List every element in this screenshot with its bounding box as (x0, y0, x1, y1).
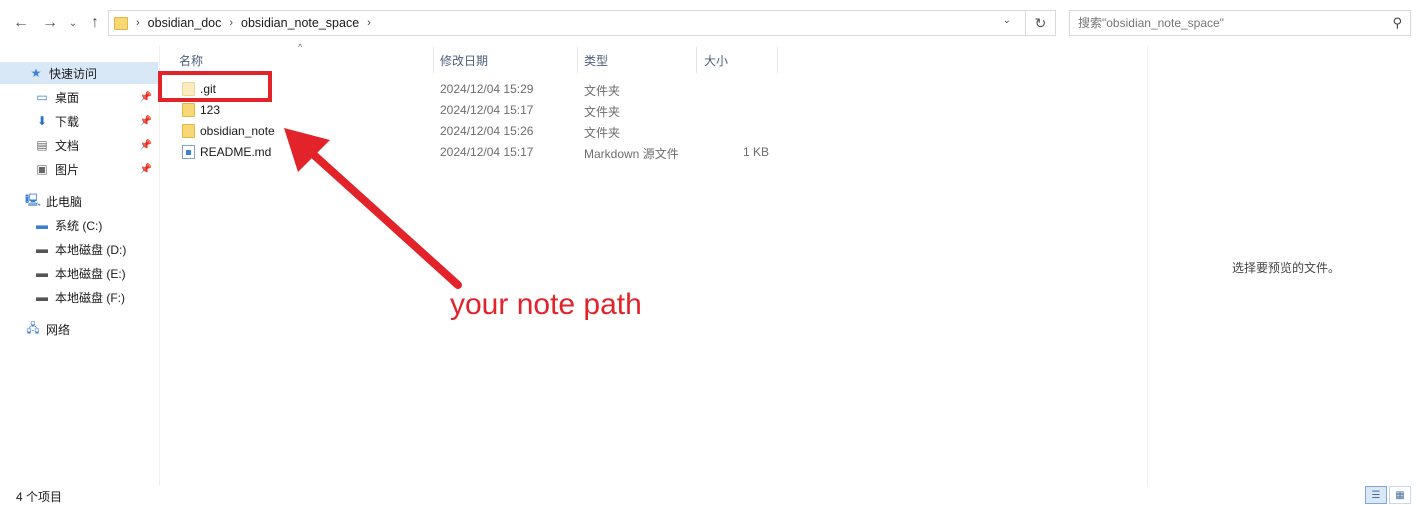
sidebar-item-quick-access[interactable]: ★ 快速访问 (0, 62, 158, 84)
pin-icon: 📌 (139, 91, 152, 103)
sidebar-item-this-pc[interactable]: 🖳 此电脑 (0, 190, 158, 212)
back-button[interactable]: ← (10, 12, 32, 34)
file-row-obsidian-note[interactable]: obsidian_note 2024/12/04 15:26 文件夹 (172, 121, 782, 142)
column-divider[interactable] (777, 47, 778, 73)
annotation-label: your note path (450, 288, 642, 321)
file-date: 2024/12/04 15:26 (440, 124, 534, 138)
star-icon: ★ (30, 66, 42, 80)
breadcrumb-obsidian-doc[interactable]: obsidian_doc (148, 16, 222, 30)
search-input[interactable] (1078, 16, 1378, 30)
sidebar-item-network[interactable]: 🖧 网络 (0, 318, 158, 340)
sidebar-item-label: 此电脑 (46, 194, 83, 209)
address-bar-row: ← → ⌄ ↑ › obsidian_doc › obsidian_note_s… (0, 0, 1424, 46)
details-view-icon: ☰ (1371, 489, 1381, 501)
file-name: 123 (200, 103, 221, 117)
sidebar-item-documents[interactable]: ▤ 文档 📌 (0, 134, 158, 156)
file-name: obsidian_note (200, 124, 275, 138)
refresh-button[interactable]: ↻ (1025, 11, 1055, 35)
network-icon: 🖧 (26, 320, 40, 335)
search-box[interactable]: ⚲ (1069, 10, 1411, 36)
column-header-size[interactable]: 大小 (704, 47, 774, 73)
preview-pane-divider[interactable] (1147, 46, 1148, 486)
breadcrumb-separator-icon[interactable]: › (367, 17, 371, 29)
sidebar-item-pictures[interactable]: ▣ 图片 📌 (0, 158, 158, 180)
markdown-file-icon (182, 145, 195, 159)
folder-icon (114, 16, 128, 30)
chevron-down-icon: ⌄ (68, 17, 78, 29)
arrow-up-icon: ↑ (91, 14, 99, 31)
refresh-icon: ↻ (1034, 14, 1047, 31)
sidebar-item-downloads[interactable]: ⬇ 下载 📌 (0, 110, 158, 132)
recent-locations-button[interactable]: ⌄ (62, 12, 84, 34)
annotation-highlight-box (158, 71, 272, 102)
pin-icon: 📌 (139, 163, 152, 175)
file-name: README.md (200, 145, 272, 159)
file-date: 2024/12/04 15:17 (440, 145, 534, 159)
search-icon[interactable]: ⚲ (1392, 15, 1402, 31)
file-type: 文件夹 (584, 105, 621, 119)
breadcrumb-separator-icon[interactable]: › (136, 17, 140, 29)
drive-icon: ▬ (36, 242, 48, 256)
breadcrumb-separator-icon[interactable]: › (229, 17, 233, 29)
large-icons-view-icon: ▦ (1395, 489, 1405, 501)
download-icon: ⬇ (36, 114, 48, 128)
sidebar-item-drive-f[interactable]: ▬ 本地磁盘 (F:) (0, 286, 158, 308)
column-divider[interactable] (696, 47, 697, 73)
up-button[interactable]: ↑ (84, 12, 106, 34)
large-icons-view-button[interactable]: ▦ (1389, 486, 1411, 504)
column-header-type[interactable]: 类型 (584, 47, 694, 73)
desktop-icon: ▭ (36, 90, 48, 104)
sidebar-item-label: 下载 (55, 114, 80, 129)
file-size: 1 KB (743, 145, 770, 159)
arrow-right-icon: → (42, 14, 58, 31)
sidebar-item-label: 本地磁盘 (D:) (55, 242, 127, 257)
file-row-123[interactable]: 123 2024/12/04 15:17 文件夹 (172, 100, 782, 121)
file-date: 2024/12/04 15:17 (440, 103, 534, 117)
status-item-count: 4 个项目 (16, 490, 63, 504)
address-bar[interactable]: › obsidian_doc › obsidian_note_space › ⌄… (108, 10, 1056, 36)
column-header-name[interactable]: 名称 (179, 47, 433, 73)
file-type: 文件夹 (584, 126, 621, 140)
details-view-button[interactable]: ☰ (1365, 486, 1387, 504)
file-row-readme[interactable]: README.md 2024/12/04 15:17 Markdown 源文件 … (172, 142, 782, 163)
sidebar-item-label: 图片 (55, 162, 80, 177)
navigation-pane: ★ 快速访问 ▭ 桌面 📌 ⬇ 下载 📌 ▤ 文档 📌 ▣ 图片 📌 🖳 此电脑… (0, 46, 160, 486)
sidebar-item-label: 快速访问 (49, 66, 98, 81)
pictures-icon: ▣ (36, 162, 48, 176)
sidebar-item-label: 本地磁盘 (F:) (55, 290, 125, 305)
pin-icon: 📌 (139, 139, 152, 151)
column-divider[interactable] (577, 47, 578, 73)
file-date: 2024/12/04 15:29 (440, 82, 534, 96)
sidebar-item-label: 本地磁盘 (E:) (55, 266, 126, 281)
drive-icon: ▬ (36, 290, 48, 304)
system-drive-icon: ▬ (36, 218, 48, 232)
file-type: 文件夹 (584, 84, 621, 98)
drive-icon: ▬ (36, 266, 48, 280)
sidebar-item-label: 网络 (46, 322, 71, 337)
sidebar-item-drive-c[interactable]: ▬ 系统 (C:) (0, 214, 158, 236)
sidebar-item-label: 系统 (C:) (55, 218, 103, 233)
address-dropdown-icon[interactable]: ⌄ (1003, 15, 1011, 26)
preview-pane-message: 选择要预览的文件。 (1232, 261, 1341, 275)
pin-icon: 📌 (139, 115, 152, 127)
document-icon: ▤ (36, 138, 48, 152)
sidebar-item-drive-e[interactable]: ▬ 本地磁盘 (E:) (0, 262, 158, 284)
forward-button[interactable]: → (39, 12, 61, 34)
sidebar-item-drive-d[interactable]: ▬ 本地磁盘 (D:) (0, 238, 158, 260)
view-toggle-group: ☰ ▦ (1363, 486, 1411, 504)
sidebar-item-label: 桌面 (55, 90, 80, 105)
sidebar-item-label: 文档 (55, 138, 80, 153)
breadcrumb-obsidian-note-space[interactable]: obsidian_note_space (241, 16, 359, 30)
folder-icon (182, 124, 195, 138)
arrow-left-icon: ← (13, 14, 29, 31)
computer-icon: 🖳 (25, 192, 42, 207)
folder-icon (182, 103, 195, 117)
file-type: Markdown 源文件 (584, 147, 679, 161)
column-header-date[interactable]: 修改日期 (440, 47, 576, 73)
sidebar-item-desktop[interactable]: ▭ 桌面 📌 (0, 86, 158, 108)
column-divider[interactable] (433, 47, 434, 73)
